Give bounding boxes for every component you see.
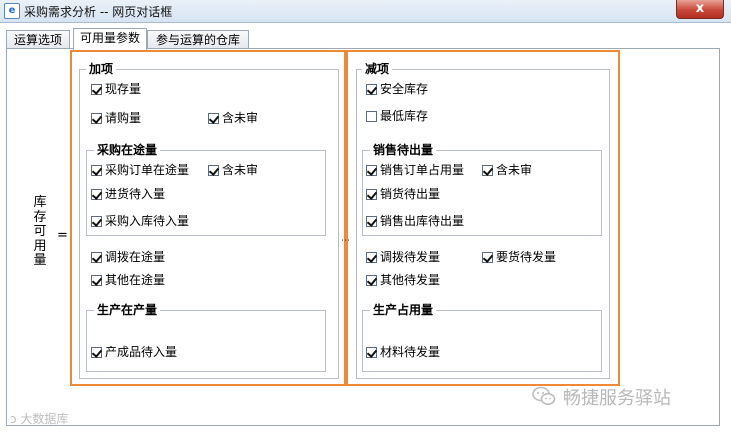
checkbox-label: 销售出库待出量 [380, 214, 465, 228]
checkbox-label: 含未审 [496, 163, 533, 177]
checkbox-box[interactable] [91, 347, 102, 358]
checkbox-label: 安全库存 [380, 82, 429, 96]
checkbox-box[interactable] [208, 113, 219, 124]
checkbox-label: 要货待发量 [496, 250, 557, 264]
checkbox-transfer-in-transit[interactable]: 调拨在途量 [91, 250, 165, 264]
checkbox-label: 进货待入量 [105, 187, 166, 201]
checkbox-box[interactable] [91, 252, 102, 263]
production-title: 生产在产量 [94, 303, 161, 317]
formula-char: 量 [33, 253, 47, 268]
checkbox-box[interactable] [482, 252, 493, 263]
checkbox-other-in-transit[interactable]: 其他在途量 [91, 273, 165, 287]
checkbox-box[interactable] [366, 216, 377, 227]
checkbox-label: 其他待发量 [380, 273, 441, 287]
production-group [86, 310, 326, 372]
checkbox-box[interactable] [482, 165, 493, 176]
formula-char: 库 [33, 195, 47, 210]
checkbox-box[interactable] [366, 189, 377, 200]
checkbox-box[interactable] [208, 165, 219, 176]
corner-watermark-glyph: ↄ [10, 412, 17, 426]
checkbox-purchase-receipt-pending[interactable]: 采购入库待入量 [91, 214, 189, 228]
checkbox-delivery-pending[interactable]: 销货待出量 [366, 187, 440, 201]
checkbox-requisition[interactable]: 请购量 [91, 111, 141, 125]
checkbox-so-unaudited[interactable]: 含未审 [482, 163, 532, 177]
checkbox-label: 采购入库待入量 [105, 214, 190, 228]
formula-label: 库 存 可 用 量 [32, 195, 48, 269]
checkbox-arrival-pending[interactable]: 进货待入量 [91, 187, 165, 201]
checkbox-label: 销货待出量 [380, 187, 441, 201]
checkbox-box[interactable] [91, 165, 102, 176]
checkbox-box[interactable] [91, 113, 102, 124]
wechat-watermark-icon [532, 386, 556, 405]
checkbox-box[interactable] [366, 347, 377, 358]
checkbox-label: 销售订单占用量 [380, 163, 465, 177]
close-button[interactable]: x [676, 0, 724, 19]
title-bar: e 采购需求分析 -- 网页对话框 x [0, 0, 731, 23]
checkbox-safety-stock[interactable]: 安全库存 [366, 82, 428, 96]
checkbox-label: 含未审 [222, 163, 259, 177]
formula-char: 用 [33, 238, 47, 254]
dialog-window: e 采购需求分析 -- 网页对话框 x 运算选项 可用量参数 参与运算的仓库 库… [0, 0, 731, 433]
tab-calc-options[interactable]: 运算选项 [6, 30, 70, 49]
checkbox-po-unaudited[interactable]: 含未审 [208, 163, 258, 177]
checkbox-label: 采购订单在途量 [105, 163, 190, 177]
checkbox-box[interactable] [91, 216, 102, 227]
window-title: 采购需求分析 -- 网页对话框 [24, 5, 173, 19]
checkbox-requested-pending[interactable]: 要货待发量 [482, 250, 556, 264]
checkbox-finished-goods-pending[interactable]: 产成品待入量 [91, 345, 177, 359]
checkbox-box[interactable] [366, 84, 377, 95]
checkbox-so-occupied[interactable]: 销售订单占用量 [366, 163, 464, 177]
checkbox-other-pending[interactable]: 其他待发量 [366, 273, 440, 287]
checkbox-transfer-pending[interactable]: 调拨待发量 [366, 250, 440, 264]
checkbox-box[interactable] [366, 165, 377, 176]
formula-char: 存 [33, 209, 47, 225]
checkbox-label: 请购量 [105, 111, 142, 125]
checkbox-on-hand[interactable]: 现存量 [91, 82, 141, 96]
checkbox-label: 其他在途量 [105, 273, 166, 287]
corner-watermark-text: 大数据库 [20, 412, 69, 426]
checkbox-label: 含未审 [222, 111, 259, 125]
checkbox-label: 调拨在途量 [105, 250, 166, 264]
ie-page-icon: e [4, 3, 20, 19]
equals-sign: = [57, 228, 68, 243]
sales-pending-title: 销售待出量 [370, 143, 437, 157]
purchase-in-transit-title: 采购在途量 [94, 143, 161, 157]
checkbox-label: 材料待发量 [380, 345, 441, 359]
checkbox-box[interactable] [91, 84, 102, 95]
watermark-text: 畅捷服务驿站 [563, 388, 671, 409]
corner-watermark: ↄ 大数据库 [10, 410, 68, 427]
additions-title: 加项 [86, 62, 117, 76]
production-use-title: 生产占用量 [370, 303, 437, 317]
checkbox-box[interactable] [91, 275, 102, 286]
checkbox-requisition-unaudited[interactable]: 含未审 [208, 111, 258, 125]
checkbox-box[interactable] [366, 111, 377, 122]
checkbox-material-pending[interactable]: 材料待发量 [366, 345, 440, 359]
formula-char: 可 [33, 224, 47, 239]
subtractions-title: 减项 [362, 62, 393, 76]
tab-warehouses[interactable]: 参与运算的仓库 [147, 30, 249, 49]
checkbox-po-in-transit[interactable]: 采购订单在途量 [91, 163, 189, 177]
checkbox-box[interactable] [366, 275, 377, 286]
checkbox-label: 最低库存 [380, 109, 429, 123]
checkbox-label: 调拨待发量 [380, 250, 441, 264]
checkbox-label: 现存量 [105, 82, 142, 96]
checkbox-box[interactable] [366, 252, 377, 263]
checkbox-sales-issue-pending[interactable]: 销售出库待出量 [366, 214, 464, 228]
production-use-group [362, 310, 602, 372]
checkbox-min-stock[interactable]: 最低库存 [366, 109, 428, 123]
tab-available-qty-params[interactable]: 可用量参数 [73, 28, 147, 50]
checkbox-label: 产成品待入量 [105, 345, 178, 359]
checkbox-box[interactable] [91, 189, 102, 200]
